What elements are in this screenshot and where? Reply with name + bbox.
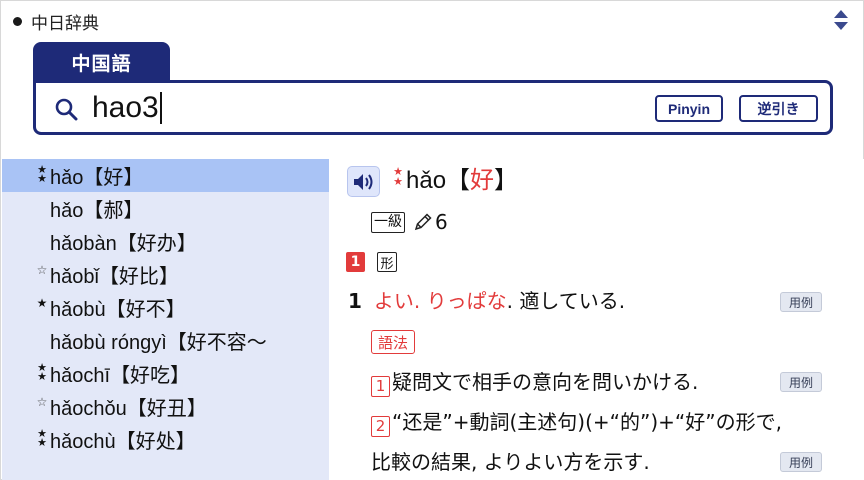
star-icon: ★ ★ [37,362,47,383]
usage-item-1: 1 疑問文で相手の意向を問いかける. [371,367,698,397]
result-word: hǎo【好】 [50,161,143,190]
usage-item-text: “还是”+動詞(主述句)(+“的”)+“好”の形で, [392,410,783,434]
result-pinyin: hǎobǐ [50,266,99,288]
result-pinyin: hǎochī [50,365,111,387]
result-word: hǎochǒu【好丑】 [50,392,207,421]
reverse-lookup-button[interactable]: 逆引き [739,95,818,122]
result-hanzi: 【好】 [83,167,144,189]
result-item[interactable]: ★ ★ hǎo【好】 [2,159,329,192]
star-icon: ★ ★ [37,428,47,449]
result-hanzi: 【郝】 [83,200,144,222]
result-word: hǎo【郝】 [50,194,143,223]
result-hanzi: 【好不】 [105,299,186,321]
result-hanzi: 【好吃】 [110,365,191,387]
level-row: 一級 6 [371,209,448,235]
example-button[interactable]: 用例 [780,292,822,312]
result-hanzi: 【好办】 [116,233,197,255]
star-icon: ★ [36,296,48,310]
result-item[interactable]: hǎobù róngyì【好不容～ [2,324,329,357]
text-caret [159,92,162,124]
definition-line: 1 よい. りっぱな. 適している. [348,286,625,316]
headword: hǎo【好】 [406,164,518,198]
hollow-star-icon: ☆ [36,263,48,277]
usage-item-text: 疑問文で相手の意向を問いかける. [392,370,699,394]
headword-bracket-close: 】 [494,167,519,194]
result-pinyin: hǎobù róngyì [50,332,167,354]
headword-pinyin: hǎo [406,167,447,194]
stroke-count: 6 [435,210,448,234]
app-title: 中日辞典 [13,10,99,34]
app-title-text: 中日辞典 [31,13,99,34]
level-badge: 一級 [371,211,405,233]
pencil-icon [414,213,432,231]
search-input[interactable]: hao3 [92,88,162,128]
example-button[interactable]: 用例 [780,452,822,472]
result-item[interactable]: hǎobàn【好办】 [2,225,329,258]
result-item[interactable]: ☆ hǎobǐ【好比】 [2,258,329,291]
scroll-arrows-icon[interactable] [833,9,849,31]
part-of-speech-badge: 形 [377,252,397,272]
result-word: hǎobǐ【好比】 [50,260,179,289]
headword-bracket-open: 【 [446,167,471,194]
result-word: hǎochī【好吃】 [50,359,190,388]
definition-index: 1 [348,289,362,313]
result-pinyin: hǎobù [50,299,106,321]
result-item[interactable]: ★ ★ hǎochù【好处】 [2,423,329,456]
result-item[interactable]: ☆ hǎochǒu【好丑】 [2,390,329,423]
search-icon [55,98,78,121]
tab-chinese[interactable]: 中国語 [33,42,170,82]
result-item[interactable]: ★ hǎobù【好不】 [2,291,329,324]
usage-item-2: 2 “还是”+動詞(主述句)(+“的”)+“好”の形で, [371,407,782,437]
result-hanzi: 【好不容～ [166,332,267,354]
result-pinyin: hǎo [50,167,84,189]
definition-text: . 適している. [506,289,626,313]
result-item[interactable]: ★ ★ hǎochī【好吃】 [2,357,329,390]
result-pinyin: hǎobàn [50,233,117,255]
result-word: hǎobù róngyì【好不容～ [50,326,267,355]
usage-continuation: 比較の結果, よりよい方を示す. [371,450,650,474]
result-word: hǎobàn【好办】 [50,227,197,256]
audio-button[interactable] [347,166,380,197]
entry-detail: ★ ★ hǎo【好】 一級 6 1 形 1 よい. りっぱな. 適している. 用例 … [329,159,864,480]
headword-hanzi: 好 [470,167,495,194]
result-hanzi: 【好处】 [115,431,196,453]
usage-tag: 語法 [371,330,415,354]
speaker-icon [353,173,372,190]
bullet-icon [13,16,22,26]
sense-header: 1 形 [346,251,397,273]
hollow-star-icon: ☆ [36,395,48,409]
result-pinyin: hǎochù [50,431,116,453]
sense-number-badge: 1 [346,252,365,272]
result-word: hǎobù【好不】 [50,293,186,322]
usage-item-number: 1 [371,375,390,397]
result-hanzi: 【好比】 [98,266,179,288]
usage-item-number: 2 [371,415,390,437]
definition-highlight: よい. りっぱな [373,289,507,313]
result-list[interactable]: ★ ★ hǎo【好】 hǎo【郝】 hǎobàn【好办】 ☆ hǎobǐ【好比】 ★ hǎobù… [2,159,329,480]
result-pinyin: hǎochǒu [50,398,127,420]
search-box[interactable]: hao3 Pinyin 逆引き [33,80,833,135]
search-query: hao3 [92,91,159,124]
star-icon: ★ ★ [37,164,47,185]
pinyin-button[interactable]: Pinyin [655,95,723,122]
example-button[interactable]: 用例 [780,372,822,392]
app-window: 中日辞典 中国語 hao3 Pinyin 逆引き ★ ★ hǎo【好】 hǎo【郝】 h… [0,0,864,480]
importance-stars-icon: ★ ★ [393,165,403,188]
result-hanzi: 【好丑】 [126,398,207,420]
result-item[interactable]: hǎo【郝】 [2,192,329,225]
result-word: hǎochù【好处】 [50,425,196,454]
result-pinyin: hǎo [50,200,84,222]
